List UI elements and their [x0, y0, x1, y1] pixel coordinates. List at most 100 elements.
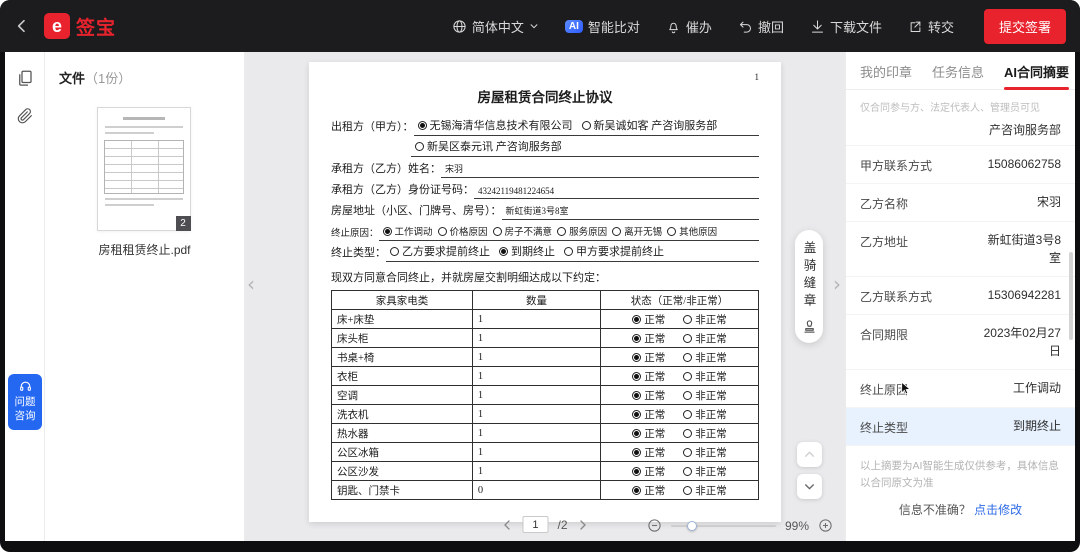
ai-compare-button[interactable]: AI 智能比对 [565, 17, 640, 36]
radio-icon [390, 247, 399, 256]
doc-option: 甲方要求提前终止 [564, 243, 664, 259]
tab-my-seals[interactable]: 我的印章 [860, 52, 912, 90]
submit-sign-button[interactable]: 提交签署 [984, 9, 1066, 44]
file-panel-header: 文件（1份） [45, 52, 244, 91]
item-status: 正常非正常 [601, 329, 759, 348]
paging-seal-label: 盖骑缝章 [800, 241, 819, 311]
back-chevron-icon [14, 18, 30, 34]
transfer-button[interactable]: 转交 [908, 17, 954, 36]
doc-field-label [331, 155, 411, 157]
help-consult-button[interactable]: 问题 咨询 [8, 374, 42, 430]
radio-icon [683, 467, 692, 476]
paging-seal-button[interactable]: 盖骑缝章 [795, 230, 823, 343]
brand-name: 签宝 [76, 13, 116, 40]
zoom-in-button[interactable] [818, 518, 833, 533]
prev-page-button[interactable] [501, 519, 513, 531]
table-row: 公区沙发1正常非正常 [332, 462, 759, 481]
download-file-button[interactable]: 下载文件 [810, 17, 882, 36]
summary-row[interactable]: 合同期限 2023年02月27日 [846, 315, 1075, 370]
right-panel-tabs: 我的印章任务信息 AI合同摘要 [846, 52, 1075, 90]
file-list-icon-button[interactable] [14, 68, 36, 90]
table-row: 衣柜1正常非正常 [332, 367, 759, 386]
item-status: 正常非正常 [601, 310, 759, 329]
attachment-icon-button[interactable] [14, 106, 36, 128]
item-name: 衣柜 [332, 367, 473, 386]
doc-option-label: 价格原因 [450, 224, 488, 238]
doc-option: 价格原因 [438, 224, 488, 238]
file-thumbnail-wrap: 2 房租租赁终止.pdf [97, 107, 193, 258]
urge-button[interactable]: 催办 [666, 17, 712, 36]
summary-row[interactable]: 乙方联系方式15306942281 [846, 277, 1075, 315]
files-title: 文件 [59, 71, 85, 86]
summary-row[interactable]: 终止类型到期终止 [846, 408, 1075, 446]
radio-selected-icon [383, 227, 392, 236]
summary-row[interactable]: 乙方名称宋羽 [846, 184, 1075, 222]
col-qty: 数量 [472, 291, 600, 310]
page-count-badge: 2 [176, 216, 191, 231]
status-option: 非正常 [683, 331, 727, 346]
summary-label: 乙方地址 [860, 231, 908, 250]
doc-page-number: 1 [331, 72, 759, 83]
back-button[interactable] [0, 0, 44, 52]
item-name: 钥匙、门禁卡 [332, 481, 473, 500]
doc-field-label: 房屋地址（小区、门牌号、房号）： [331, 202, 502, 220]
status-option-selected: 正常 [632, 483, 665, 498]
next-page-button[interactable] [577, 519, 589, 531]
language-selector[interactable]: 简体中文 [452, 17, 539, 36]
scroll-up-button[interactable] [797, 442, 822, 467]
summary-label: 合同期限 [860, 324, 908, 343]
panel-scrollbar-thumb[interactable] [1069, 252, 1073, 340]
doc-option: 工作调动 [383, 224, 433, 238]
status-option-selected: 正常 [632, 407, 665, 422]
radio-selected-icon [632, 391, 641, 400]
table-row: 床头柜1正常非正常 [332, 329, 759, 348]
collapse-left-handle[interactable]: ‹ [247, 272, 255, 296]
status-option: 非正常 [683, 445, 727, 460]
summary-value: 工作调动 [1013, 379, 1061, 397]
scroll-down-button[interactable] [797, 474, 822, 499]
summary-row[interactable]: 甲方联系方式15086062758 [846, 146, 1075, 184]
click-modify-link[interactable]: 点击修改 [974, 503, 1022, 517]
paperclip-icon [16, 107, 34, 125]
status-option-selected: 正常 [632, 445, 665, 460]
summary-row[interactable]: 终止原因工作调动 [846, 370, 1075, 408]
radio-icon [683, 353, 692, 362]
main-area: 问题 咨询 文件（1份） 2 [5, 52, 1075, 541]
doc-option: 乙方要求提前终止 [390, 243, 490, 259]
table-row: 热水器1正常非正常 [332, 424, 759, 443]
zoom-slider[interactable] [671, 525, 776, 527]
status-option: 非正常 [683, 483, 727, 498]
radio-selected-icon [632, 353, 641, 362]
tool-rail: 问题 咨询 [5, 52, 45, 541]
page-number-input[interactable] [522, 516, 548, 533]
download-label: 下载文件 [830, 17, 882, 36]
item-qty: 1 [472, 443, 600, 462]
bell-icon [666, 19, 681, 34]
item-qty: 1 [472, 386, 600, 405]
summary-value: 新虹街道3号8室 [981, 231, 1061, 267]
thumbnail-preview [104, 117, 184, 206]
scroll-buttons [797, 442, 822, 499]
doc-line: 出租方（甲方）：无锡海清华信息技术有限公司新吴诚如客 产咨询服务部 [331, 115, 759, 136]
summary-value: 2023年02月27日 [981, 324, 1061, 360]
tab-ai-summary[interactable]: AI合同摘要 [1004, 52, 1069, 90]
tab-task-info[interactable]: 任务信息 [932, 52, 984, 90]
doc-option: 无锡海清华信息技术有限公司 [418, 117, 573, 133]
item-status: 正常非正常 [601, 367, 759, 386]
file-thumbnail[interactable]: 2 [97, 107, 191, 231]
status-option-selected: 正常 [632, 350, 665, 365]
doc-agreement-text: 现双方同意合同终止，并就房屋交割明细达成以下约定： [331, 269, 759, 285]
status-option: 非正常 [683, 464, 727, 479]
status-option-selected: 正常 [632, 426, 665, 441]
zoom-slider-knob[interactable] [687, 521, 697, 531]
withdraw-button[interactable]: 撤回 [738, 17, 784, 36]
brand-logo: e 签宝 [44, 13, 116, 40]
doc-field-label: 承租方（乙方）身份证号码： [331, 181, 474, 199]
summary-row[interactable]: 乙方地址 新虹街道3号8室 [846, 222, 1075, 277]
collapse-right-handle[interactable]: › [833, 272, 841, 296]
radio-icon [667, 227, 676, 236]
doc-field-value: 新吴区泰元讯 产咨询服务部 [411, 138, 759, 157]
item-name: 公区冰箱 [332, 443, 473, 462]
zoom-out-button[interactable] [647, 518, 662, 533]
item-status: 正常非正常 [601, 348, 759, 367]
